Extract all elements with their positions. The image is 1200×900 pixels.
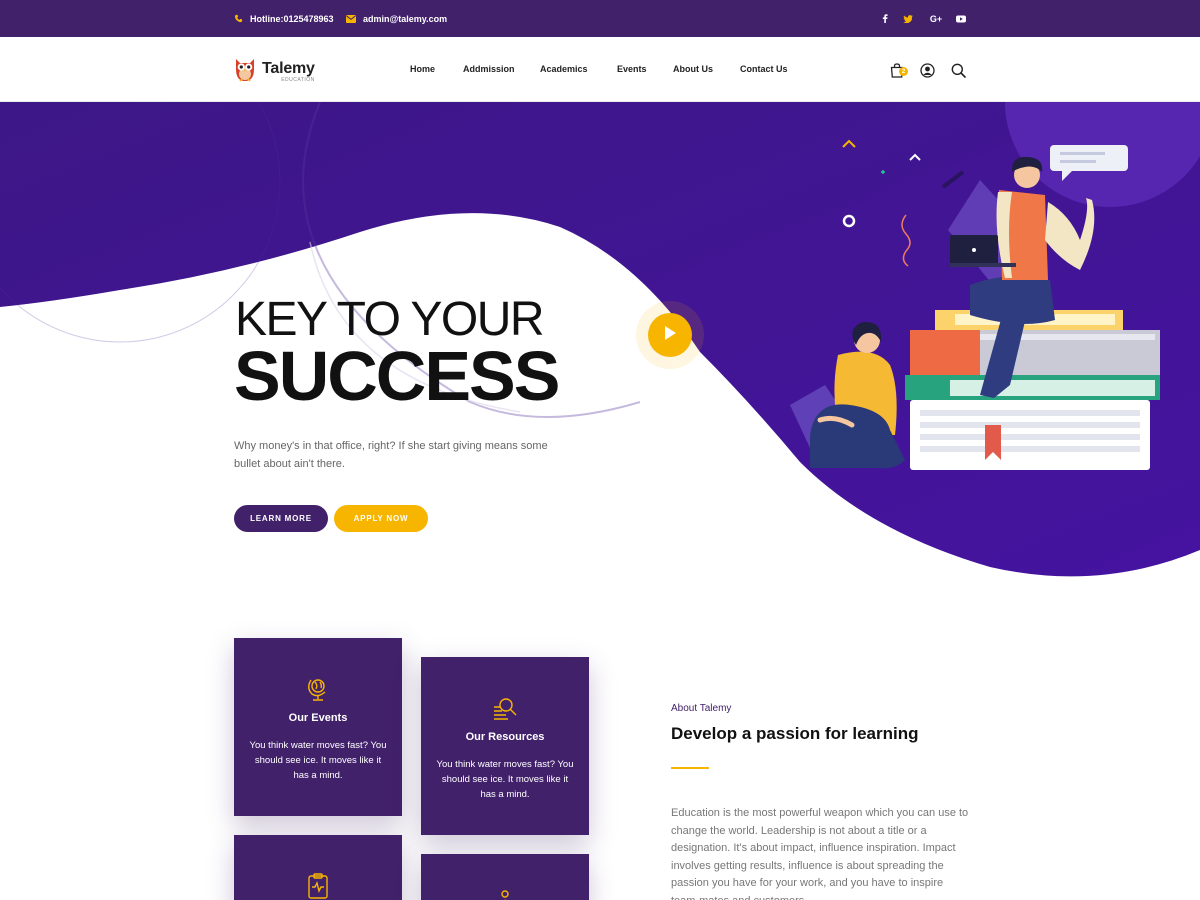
- site-logo[interactable]: Talemy EDUCATION: [233, 55, 315, 88]
- facebook-icon[interactable]: [877, 0, 893, 37]
- nav-home[interactable]: Home: [410, 64, 435, 74]
- play-video-button[interactable]: [636, 301, 704, 369]
- magnifier-books-icon: [421, 695, 589, 721]
- logo-subtitle: EDUCATION: [281, 76, 315, 83]
- email-contact[interactable]: admin@talemy.com: [346, 0, 447, 37]
- email-text: admin@talemy.com: [363, 13, 448, 24]
- google-plus-icon[interactable]: G+: [927, 0, 945, 37]
- about-title: Develop a passion for learning: [671, 724, 919, 743]
- google-plus-label: G+: [929, 13, 943, 24]
- nav-contact-us[interactable]: Contact Us: [740, 64, 788, 74]
- search-icon[interactable]: [949, 61, 967, 79]
- nav-admission[interactable]: Addmission: [463, 64, 515, 74]
- learn-more-button[interactable]: LEARN MORE: [234, 505, 328, 532]
- envelope-icon: [346, 14, 356, 23]
- cart-count-badge: 2: [899, 67, 908, 76]
- nav-academics[interactable]: Academics: [540, 64, 588, 74]
- about-text: Education is the most powerful weapon wh…: [671, 807, 969, 900]
- cart-icon[interactable]: 2: [888, 61, 908, 79]
- main-header: Talemy EDUCATION Home Addmission Academi…: [0, 37, 1200, 102]
- youtube-icon[interactable]: [953, 0, 969, 37]
- owl-logo-icon: [233, 55, 257, 88]
- card-text: You think water moves fast? You should s…: [436, 759, 574, 800]
- hero-description: Why money's in that office, right? If sh…: [234, 440, 548, 470]
- clipboard-icon: [234, 873, 402, 899]
- play-icon: [663, 325, 677, 346]
- card-fourth[interactable]: [421, 854, 589, 900]
- nav-events[interactable]: Events: [617, 64, 647, 74]
- person-icon: [421, 890, 589, 900]
- phone-icon: [234, 14, 243, 23]
- top-bar: Hotline:0125478963 admin@talemy.com G+: [0, 0, 1200, 37]
- students-books-illustration: [790, 139, 1160, 470]
- twitter-icon[interactable]: [900, 0, 916, 37]
- about-divider: [671, 767, 709, 769]
- card-our-events[interactable]: Our Events You think water moves fast? Y…: [234, 638, 402, 816]
- card-our-resources[interactable]: Our Resources You think water moves fast…: [421, 657, 589, 835]
- card-third[interactable]: [234, 835, 402, 900]
- card-text: You think water moves fast? You should s…: [249, 740, 387, 781]
- globe-icon: [234, 676, 402, 702]
- card-title: Our Events: [288, 712, 348, 724]
- hotline-contact[interactable]: Hotline:0125478963: [234, 0, 334, 37]
- nav-about-us[interactable]: About Us: [673, 64, 713, 74]
- hero-title-line2: SUCCESS: [234, 337, 560, 415]
- user-icon[interactable]: [918, 61, 936, 79]
- hotline-text: Hotline:0125478963: [250, 13, 334, 24]
- card-title: Our Resources: [465, 731, 545, 743]
- logo-name: Talemy: [262, 59, 315, 77]
- about-kicker: About Talemy: [671, 703, 732, 714]
- apply-now-button[interactable]: APPLY NOW: [334, 505, 428, 532]
